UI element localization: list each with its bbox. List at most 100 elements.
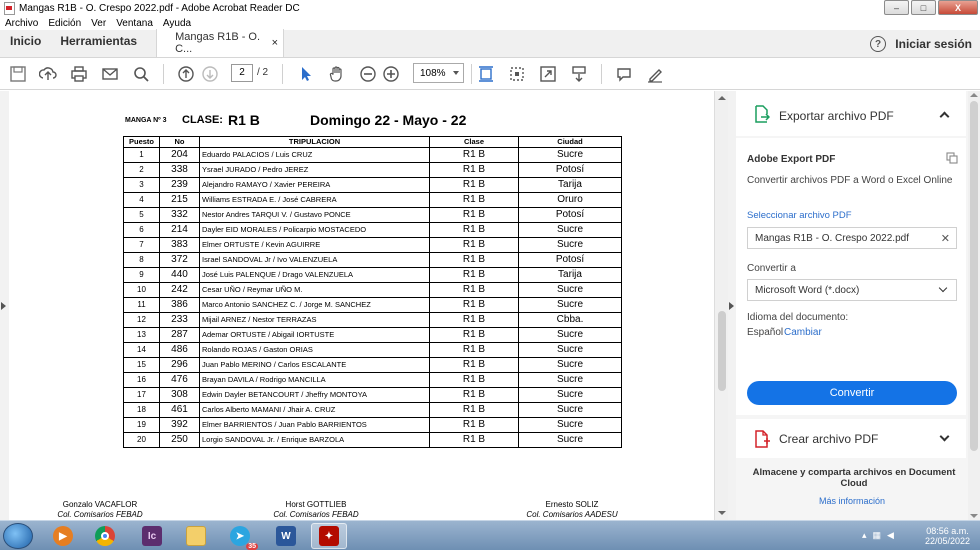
menu-edicion[interactable]: Edición	[43, 18, 86, 29]
close-window-button[interactable]: X	[938, 0, 978, 15]
folder-icon	[186, 526, 206, 546]
zoom-select[interactable]: 108%	[413, 63, 464, 83]
save-icon[interactable]	[8, 64, 28, 84]
email-icon[interactable]	[100, 64, 120, 84]
previous-page-icon[interactable]	[176, 64, 196, 84]
more-info-link[interactable]: Más información	[736, 496, 968, 506]
cell-tripulacion: Brayan DAVILA / Rodrigo MANCILLA	[199, 372, 430, 388]
cell-puesto: 16	[123, 372, 160, 388]
copy-icon[interactable]	[946, 152, 958, 164]
toolbar-divider	[601, 64, 602, 84]
scroll-mode-icon[interactable]	[569, 64, 589, 84]
chevron-up-icon[interactable]	[939, 111, 950, 122]
cell-clase: R1 B	[429, 432, 519, 448]
chevron-down-icon	[453, 71, 459, 75]
right-panel-scrollbar[interactable]	[968, 91, 980, 520]
next-page-icon[interactable]	[200, 64, 220, 84]
select-pdf-label[interactable]: Seleccionar archivo PDF	[747, 210, 852, 221]
cell-puesto: 6	[123, 222, 160, 238]
cell-ciudad: Sucre	[518, 387, 622, 403]
close-tab-icon[interactable]: ×	[272, 37, 278, 49]
cell-ciudad: Sucre	[518, 147, 622, 163]
document-scrollbar[interactable]	[714, 91, 728, 520]
results-body: 1 204 Eduardo PALACIOS / Luis CRUZ R1 B Sucr…	[123, 147, 622, 448]
scroll-thumb[interactable]	[718, 311, 726, 391]
tab-document[interactable]: Mangas R1B - O. C... ×	[156, 29, 285, 57]
signin-button[interactable]: Iniciar sesión	[895, 37, 972, 51]
cell-puesto: 1	[123, 147, 160, 163]
taskbar-acrobat[interactable]: ✦	[311, 523, 347, 549]
export-pdf-header[interactable]: Exportar archivo PDF	[736, 91, 966, 136]
tray-arrow-icon[interactable]: ▴	[862, 530, 867, 541]
zoom-out-icon[interactable]	[358, 64, 378, 84]
cell-puesto: 4	[123, 192, 160, 208]
cell-clase: R1 B	[429, 222, 519, 238]
header-tripulacion: TRIPULACION	[199, 136, 430, 148]
selected-file-field[interactable]: Mangas R1B - O. Crespo 2022.pdf ✕	[747, 227, 957, 249]
scroll-down-icon[interactable]	[970, 514, 978, 518]
search-icon[interactable]	[131, 64, 151, 84]
page-number-input[interactable]: 2	[231, 64, 253, 82]
taskbar-media-player[interactable]: ▶	[45, 523, 81, 549]
taskbar-chrome[interactable]	[87, 523, 123, 549]
menu-ayuda[interactable]: Ayuda	[158, 18, 196, 29]
scroll-up-icon[interactable]	[970, 93, 978, 97]
scroll-thumb[interactable]	[970, 101, 978, 451]
table-row: 16 476 Brayan DAVILA / Rodrigo MANCILLA R1 …	[123, 372, 622, 388]
taskbar-incopy[interactable]: Ic	[134, 523, 170, 549]
table-row: 19 392 Elmer BARRIENTOS / Juan Pablo BARRI…	[123, 417, 622, 433]
taskbar-word[interactable]: W	[268, 523, 304, 549]
help-icon[interactable]: ?	[870, 36, 886, 52]
cell-no: 233	[159, 312, 200, 328]
menu-ventana[interactable]: Ventana	[111, 18, 158, 29]
cell-ciudad: Potosí	[518, 162, 622, 178]
zoom-in-icon[interactable]	[381, 64, 401, 84]
convert-format-value: Microsoft Word (*.docx)	[755, 284, 860, 296]
upload-cloud-icon[interactable]	[38, 64, 58, 84]
maximize-button[interactable]: □	[911, 0, 936, 15]
table-row: 4 215 Williams ESTRADA E. / José CABRERA R1…	[123, 192, 622, 208]
menu-archivo[interactable]: Archivo	[0, 18, 43, 29]
collapse-right-panel-icon[interactable]	[729, 302, 734, 310]
tab-herramientas[interactable]: Herramientas	[50, 34, 146, 57]
menu-bar: Archivo Edición Ver Ventana Ayuda	[0, 16, 980, 30]
create-pdf-icon	[755, 430, 770, 448]
comment-icon[interactable]	[614, 64, 634, 84]
select-cursor-icon[interactable]	[296, 64, 316, 84]
create-pdf-header[interactable]: Crear archivo PDF	[736, 419, 966, 458]
network-icon[interactable]: ▦	[873, 530, 882, 541]
tab-inicio[interactable]: Inicio	[0, 34, 50, 57]
convert-format-select[interactable]: Microsoft Word (*.docx)	[747, 279, 957, 301]
signature-role: Col. Comisarios AADESU	[526, 510, 618, 519]
cloud-promo-text: Almacene y comparta archivos en Document…	[752, 467, 956, 489]
cell-clase: R1 B	[429, 312, 519, 328]
full-screen-icon[interactable]	[538, 64, 558, 84]
adobe-export-title: Adobe Export PDF	[747, 154, 836, 165]
scroll-up-icon[interactable]	[718, 96, 726, 100]
taskbar-telegram[interactable]: ➤ 35	[222, 523, 258, 550]
cell-no: 383	[159, 237, 200, 253]
chevron-down-icon[interactable]	[939, 431, 950, 442]
start-button[interactable]	[3, 523, 33, 549]
table-row: 6 214 Dayler EID MORALES / Policarpio MOST…	[123, 222, 622, 238]
taskbar-file-explorer[interactable]	[178, 523, 214, 549]
clear-file-icon[interactable]: ✕	[941, 232, 950, 245]
volume-icon[interactable]: ◀	[887, 530, 894, 541]
cell-ciudad: Potosí	[518, 207, 622, 223]
change-language-link[interactable]: Cambiar	[784, 327, 822, 338]
table-row: 8 372 Israel SANDOVAL Jr / Ivo VALENZUELA R…	[123, 252, 622, 268]
clock[interactable]: 08:56 a.m. 22/05/2022	[925, 526, 970, 546]
minimize-button[interactable]: –	[884, 0, 909, 15]
cell-ciudad: Tarija	[518, 267, 622, 283]
hand-tool-icon[interactable]	[327, 64, 347, 84]
fit-page-icon[interactable]	[476, 64, 496, 84]
rotate-view-icon[interactable]	[507, 64, 527, 84]
export-pdf-icon	[755, 105, 770, 123]
toolbar-divider	[282, 64, 283, 84]
print-icon[interactable]	[69, 64, 89, 84]
highlight-pen-icon[interactable]	[645, 64, 665, 84]
expand-left-panel-icon[interactable]	[1, 302, 6, 310]
menu-ver[interactable]: Ver	[86, 18, 111, 29]
scroll-down-icon[interactable]	[718, 511, 726, 515]
convert-button[interactable]: Convertir	[747, 381, 957, 405]
